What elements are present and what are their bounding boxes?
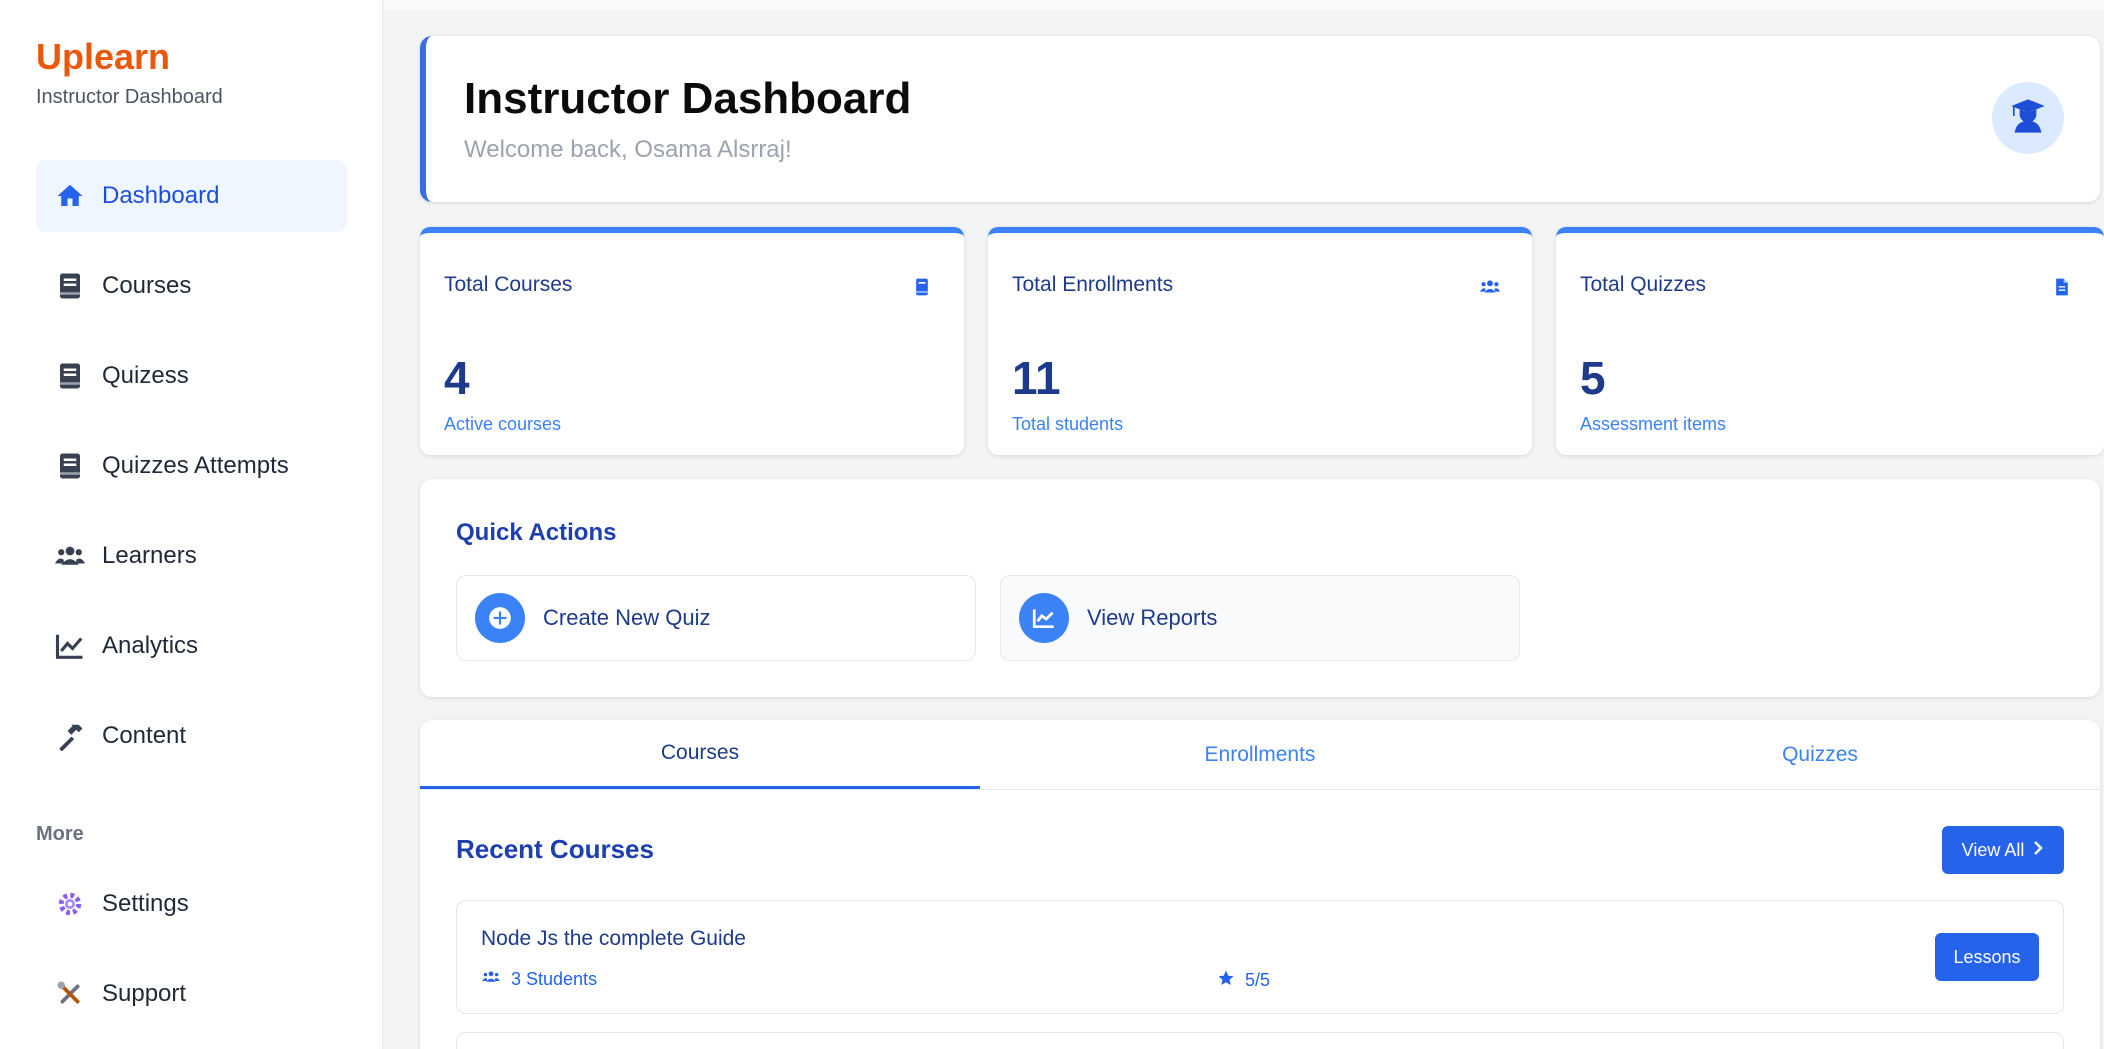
sidebar-item-analytics[interactable]: Analytics: [36, 610, 347, 682]
content-tabs-panel: Courses Enrollments Quizzes Recent Cours…: [420, 720, 2100, 1049]
button-label: Create New Quiz: [543, 605, 711, 630]
gear-icon: [54, 888, 86, 920]
main-content: Instructor Dashboard Welcome back, Osama…: [384, 0, 2104, 1049]
stat-card-total-enrollments: Total Enrollments 11 Total students: [988, 227, 1532, 455]
tab-quizzes[interactable]: Quizzes: [1540, 720, 2100, 789]
view-all-button[interactable]: View All: [1942, 826, 2064, 874]
book-icon: [54, 450, 86, 482]
book-icon: [54, 360, 86, 392]
lessons-button[interactable]: Lessons: [1935, 933, 2039, 981]
stat-value: 11: [1012, 352, 1061, 404]
brand-logo[interactable]: Uplearn: [36, 36, 170, 78]
course-students: 3 Students: [481, 969, 597, 990]
sidebar-item-quizess[interactable]: Quizess: [36, 340, 347, 412]
sidebar-item-label: Quizess: [102, 362, 189, 389]
course-list-item[interactable]: [456, 1032, 2064, 1049]
users-icon: [481, 969, 501, 990]
star-icon: [1217, 969, 1235, 992]
book-icon: [54, 270, 86, 302]
stat-title: Total Quizzes: [1580, 273, 1707, 296]
sidebar-item-label: Quizzes Attempts: [102, 452, 289, 479]
view-reports-button[interactable]: View Reports: [1000, 575, 1520, 661]
button-label: View Reports: [1087, 605, 1218, 630]
tools-icon: [54, 978, 86, 1010]
chart-line-icon: [1019, 593, 1069, 643]
users-icon: [1472, 269, 1508, 305]
plus-circle-icon: [475, 593, 525, 643]
brand-subtitle: Instructor Dashboard: [36, 86, 223, 108]
stat-card-total-courses: Total Courses 4 Active courses: [420, 227, 964, 455]
more-section-label: More: [36, 823, 84, 845]
sidebar-item-learners[interactable]: Learners: [36, 520, 347, 592]
rating-value: 5/5: [1245, 970, 1271, 990]
page-title: Instructor Dashboard: [464, 74, 912, 123]
sidebar-item-label: Settings: [102, 890, 189, 917]
quick-actions-panel: Quick Actions Create New Quiz View Repor…: [420, 479, 2100, 697]
tab-bar: Courses Enrollments Quizzes: [420, 720, 2100, 790]
stat-subtitle: Active courses: [444, 414, 562, 434]
book-icon: [904, 269, 940, 305]
chevron-right-icon: [2032, 840, 2044, 861]
course-rating: 5/5: [1217, 969, 1270, 992]
sidebar-item-label: Support: [102, 980, 187, 1007]
stat-title: Total Courses: [444, 273, 573, 296]
sidebar: Uplearn Instructor Dashboard Dashboard C…: [0, 0, 383, 1049]
stat-card-total-quizzes: Total Quizzes 5 Assessment items: [1556, 227, 2104, 455]
hammer-icon: [54, 720, 86, 752]
sidebar-item-dashboard[interactable]: Dashboard: [36, 160, 347, 232]
chart-line-icon: [54, 630, 86, 662]
file-icon: [2044, 269, 2080, 305]
welcome-header: Instructor Dashboard Welcome back, Osama…: [420, 36, 2100, 202]
stat-title: Total Enrollments: [1012, 273, 1174, 296]
sidebar-item-support[interactable]: Support: [36, 958, 347, 1030]
graduate-icon: [2008, 96, 2048, 141]
stat-value: 4: [444, 352, 470, 404]
welcome-message: Welcome back, Osama Alsrraj!: [464, 136, 792, 163]
users-icon: [54, 540, 86, 572]
sidebar-item-label: Dashboard: [102, 182, 220, 209]
sidebar-item-courses[interactable]: Courses: [36, 250, 347, 322]
stat-subtitle: Total students: [1012, 414, 1124, 434]
top-strip: [384, 0, 2104, 10]
avatar[interactable]: [1992, 82, 2064, 154]
sidebar-item-settings[interactable]: Settings: [36, 868, 347, 940]
sidebar-item-label: Courses: [102, 272, 192, 299]
stat-subtitle: Assessment items: [1580, 414, 1727, 434]
sidebar-item-content[interactable]: Content: [36, 700, 347, 772]
students-count: 3 Students: [511, 969, 598, 989]
sidebar-item-label: Learners: [102, 542, 197, 569]
quick-actions-title: Quick Actions: [456, 519, 617, 546]
create-new-quiz-button[interactable]: Create New Quiz: [456, 575, 976, 661]
sidebar-item-quizzes-attempts[interactable]: Quizzes Attempts: [36, 430, 347, 502]
course-title[interactable]: Node Js the complete Guide: [481, 927, 746, 951]
tab-enrollments[interactable]: Enrollments: [980, 720, 1540, 789]
course-list-item[interactable]: Node Js the complete Guide 3 Students 5/…: [456, 900, 2064, 1014]
sidebar-item-label: Content: [102, 722, 187, 749]
tab-courses[interactable]: Courses: [420, 720, 980, 789]
recent-courses-title: Recent Courses: [456, 834, 654, 864]
stat-value: 5: [1580, 352, 1606, 404]
home-icon: [54, 180, 86, 212]
button-label: View All: [1961, 839, 2025, 860]
sidebar-item-label: Analytics: [102, 632, 199, 659]
